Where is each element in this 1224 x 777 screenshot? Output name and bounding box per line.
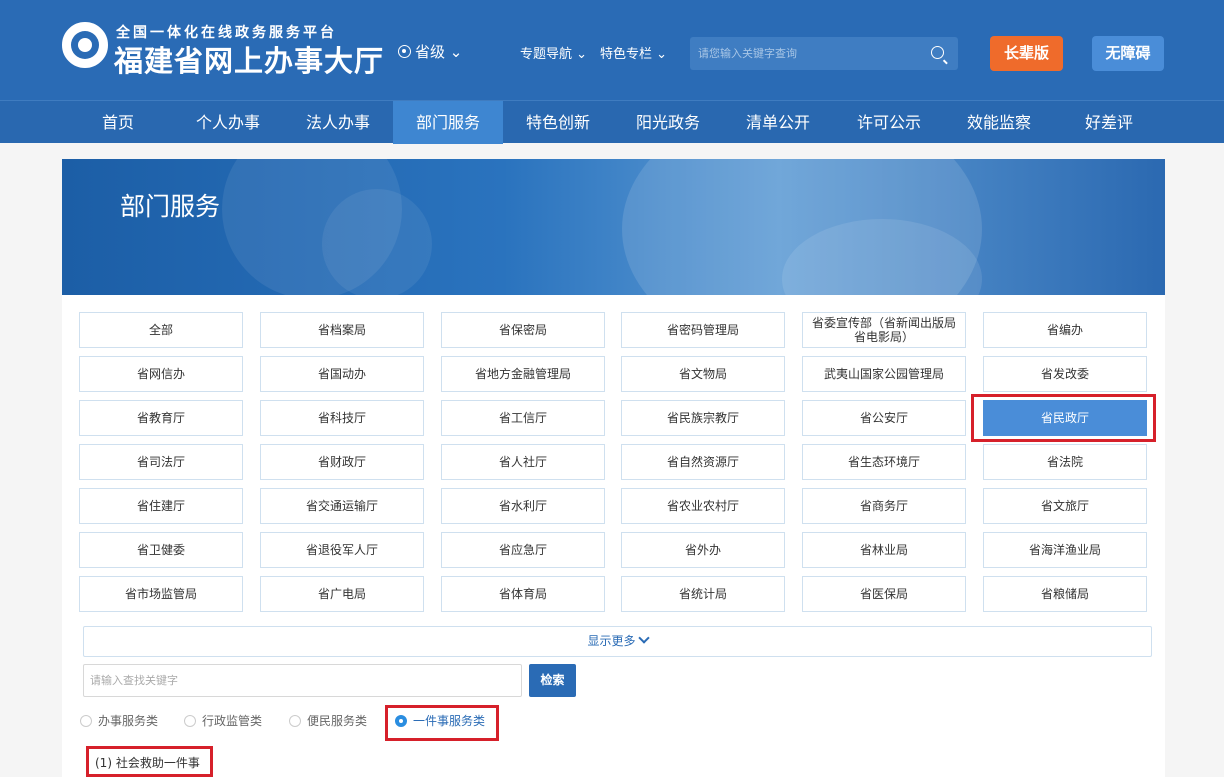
nav-legal-entity[interactable]: 法人办事 (294, 101, 382, 144)
dept-cyberspace[interactable]: 省网信办 (79, 356, 243, 392)
search-icon[interactable] (931, 46, 944, 59)
nav-permit-notice[interactable]: 许可公示 (845, 101, 933, 144)
dept-foreign-affairs[interactable]: 省外办 (621, 532, 785, 568)
keyword-search-input[interactable] (83, 664, 522, 697)
radio-checked-icon (395, 715, 407, 727)
radio-circle-icon (80, 715, 92, 727)
dept-radio-tv[interactable]: 省广电局 (260, 576, 424, 612)
nav-department-services[interactable]: 部门服务 (393, 101, 503, 144)
nav-home[interactable]: 首页 (86, 101, 150, 144)
dept-water-resources[interactable]: 省水利厅 (441, 488, 605, 524)
dept-emergency[interactable]: 省应急厅 (441, 532, 605, 568)
dept-transportation[interactable]: 省交通运输厅 (260, 488, 424, 524)
dept-ocean-fishery[interactable]: 省海洋渔业局 (983, 532, 1147, 568)
accessibility-button[interactable]: 无障碍 (1092, 36, 1164, 71)
elder-version-button[interactable]: 长辈版 (990, 36, 1063, 71)
dept-organization[interactable]: 省编办 (983, 312, 1147, 348)
location-pin-icon (398, 45, 411, 58)
dept-cryptography[interactable]: 省密码管理局 (621, 312, 785, 348)
page-title: 部门服务 (120, 192, 221, 221)
dept-court[interactable]: 省法院 (983, 444, 1147, 480)
topic-nav-menu[interactable]: 专题导航 ⌄ (520, 43, 587, 62)
radio-affairs-service[interactable]: 办事服务类 (80, 713, 158, 729)
dept-science[interactable]: 省科技厅 (260, 400, 424, 436)
dept-grain-reserves[interactable]: 省粮储局 (983, 576, 1147, 612)
dept-cultural-relics[interactable]: 省文物局 (621, 356, 785, 392)
dept-forestry[interactable]: 省林业局 (802, 532, 966, 568)
result-item[interactable]: (1) 社会救助一件事 (95, 754, 200, 771)
region-selector[interactable]: 省级 ⌄ (398, 41, 462, 62)
nav-efficiency-supervision[interactable]: 效能监察 (955, 101, 1043, 144)
radio-admin-supervision[interactable]: 行政监管类 (184, 713, 262, 729)
dept-health[interactable]: 省卫健委 (79, 532, 243, 568)
nav-lists-public[interactable]: 清单公开 (734, 101, 822, 144)
chevron-down-icon (637, 632, 650, 644)
dept-statistics[interactable]: 省统计局 (621, 576, 785, 612)
show-more-button[interactable]: 显示更多 (83, 626, 1152, 657)
dept-secrecy[interactable]: 省保密局 (441, 312, 605, 348)
dept-archives[interactable]: 省档案局 (260, 312, 424, 348)
site-header: 全国一体化在线政务服务平台 福建省网上办事大厅 省级 ⌄ 专题导航 ⌄ 特色专栏… (0, 0, 1224, 100)
dept-public-security[interactable]: 省公安厅 (802, 400, 966, 436)
chevron-down-icon: ⌄ (572, 47, 588, 62)
dept-agriculture[interactable]: 省农业农村厅 (621, 488, 785, 524)
dept-finance[interactable]: 省财政厅 (260, 444, 424, 480)
nav-open-government[interactable]: 阳光政务 (624, 101, 712, 144)
dept-wuyishan-park[interactable]: 武夷山国家公园管理局 (802, 356, 966, 392)
radio-convenience-service[interactable]: 便民服务类 (289, 713, 367, 729)
dept-publicity[interactable]: 省委宣传部（省新闻出版局 省电影局） (802, 312, 966, 348)
dept-veterans[interactable]: 省退役军人厅 (260, 532, 424, 568)
dept-finance-regulation[interactable]: 省地方金融管理局 (441, 356, 605, 392)
dept-natural-resources[interactable]: 省自然资源厅 (621, 444, 785, 480)
site-search (690, 37, 958, 70)
emblem-logo-icon[interactable] (62, 22, 108, 68)
site-search-input[interactable] (690, 37, 920, 70)
main-nav: 首页 个人办事 法人办事 部门服务 特色创新 阳光政务 清单公开 许可公示 效能… (0, 100, 1224, 144)
region-label: 省级 (415, 43, 446, 61)
dept-ecology-environment[interactable]: 省生态环境厅 (802, 444, 966, 480)
dept-industry-it[interactable]: 省工信厅 (441, 400, 605, 436)
dept-all[interactable]: 全部 (79, 312, 243, 348)
chevron-down-icon: ⌄ (652, 47, 668, 62)
feature-column-menu[interactable]: 特色专栏 ⌄ (600, 43, 667, 62)
dept-commerce[interactable]: 省商务厅 (802, 488, 966, 524)
dept-culture-tourism[interactable]: 省文旅厅 (983, 488, 1147, 524)
dept-civil-affairs[interactable]: 省民政厅 (983, 400, 1147, 436)
nav-evaluation[interactable]: 好差评 (1070, 101, 1148, 144)
chevron-down-icon: ⌄ (445, 43, 463, 61)
dept-ethnic-religion[interactable]: 省民族宗教厅 (621, 400, 785, 436)
dept-market-regulation[interactable]: 省市场监管局 (79, 576, 243, 612)
dept-justice[interactable]: 省司法厅 (79, 444, 243, 480)
site-title[interactable]: 福建省网上办事大厅 (114, 38, 384, 80)
dept-education[interactable]: 省教育厅 (79, 400, 243, 436)
dept-development-reform[interactable]: 省发改委 (983, 356, 1147, 392)
nav-personal[interactable]: 个人办事 (184, 101, 272, 144)
dept-national-defense[interactable]: 省国动办 (260, 356, 424, 392)
radio-circle-icon (184, 715, 196, 727)
radio-one-thing-service[interactable]: 一件事服务类 (395, 713, 485, 729)
radio-circle-icon (289, 715, 301, 727)
page-banner: 部门服务 (62, 159, 1165, 295)
dept-medical-insurance[interactable]: 省医保局 (802, 576, 966, 612)
dept-sports[interactable]: 省体育局 (441, 576, 605, 612)
dept-housing[interactable]: 省住建厅 (79, 488, 243, 524)
dept-human-resources[interactable]: 省人社厅 (441, 444, 605, 480)
nav-special-innovation[interactable]: 特色创新 (514, 101, 602, 144)
search-button[interactable]: 检索 (529, 664, 576, 697)
